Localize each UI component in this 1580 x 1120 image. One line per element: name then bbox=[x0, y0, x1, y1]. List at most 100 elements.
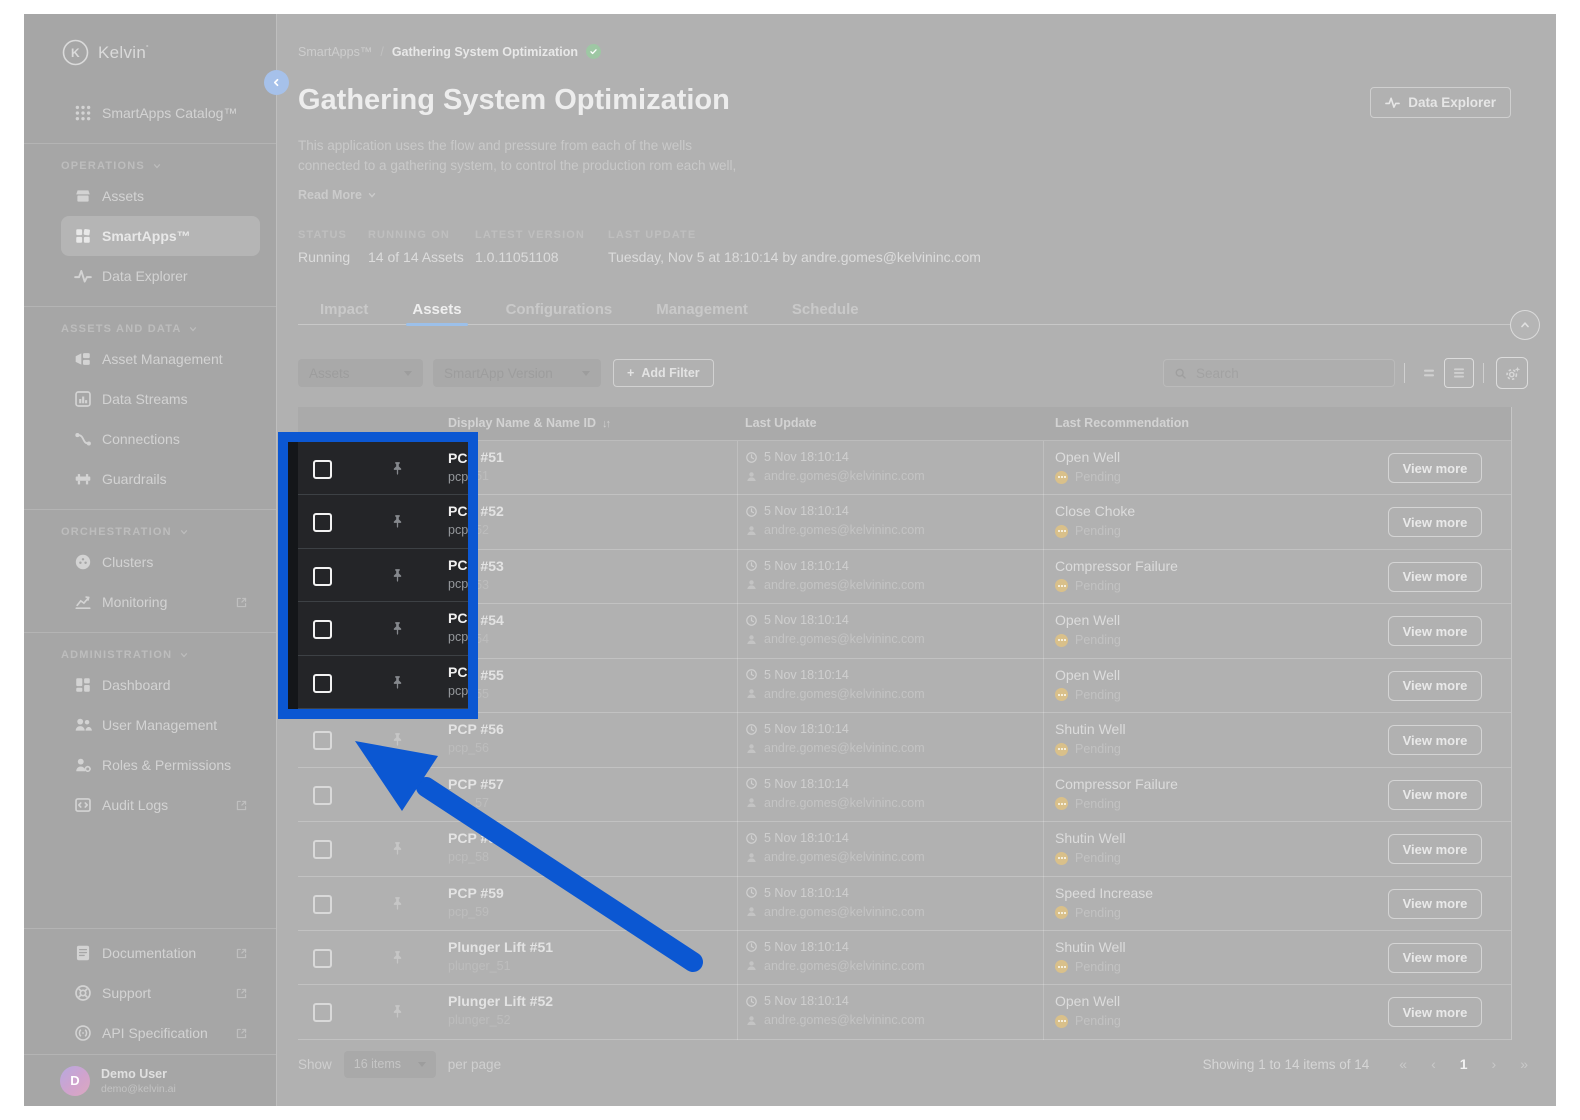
view-more-button[interactable]: View more bbox=[1388, 670, 1482, 701]
row-checkbox[interactable] bbox=[313, 731, 332, 751]
row-checkbox[interactable] bbox=[313, 513, 332, 533]
tab[interactable]: Management bbox=[656, 298, 748, 324]
table-settings-button[interactable] bbox=[1496, 357, 1528, 389]
table-row[interactable]: PCP #54 pcp_54 5 Nov 18:10:14 andre.gome… bbox=[298, 604, 1511, 659]
sidebar-item-asset-management[interactable]: Asset Management bbox=[61, 339, 260, 379]
sidebar-item-support[interactable]: Support bbox=[61, 973, 260, 1013]
column-header-name[interactable]: Display Name & Name ID ↓↑ bbox=[448, 416, 611, 430]
sidebar-item-guardrails[interactable]: Guardrails bbox=[61, 459, 260, 499]
collapse-panel-button[interactable] bbox=[1510, 310, 1540, 340]
asset-name: PCP #56 bbox=[448, 721, 504, 738]
view-more-button[interactable]: View more bbox=[1388, 725, 1482, 756]
tab[interactable]: Impact bbox=[320, 298, 368, 324]
add-filter-button[interactable]: + Add Filter bbox=[613, 359, 714, 387]
sidebar-item-smartapps-catalog[interactable]: SmartApps Catalog™ bbox=[61, 93, 260, 133]
view-more-button[interactable]: View more bbox=[1388, 834, 1482, 865]
user-profile[interactable]: D Demo User demo@kelvin.ai bbox=[24, 1054, 276, 1106]
table-row[interactable]: PCP #52 pcp_52 5 Nov 18:10:14 andre.gome… bbox=[298, 495, 1511, 550]
sidebar-item-assets[interactable]: Assets bbox=[61, 176, 260, 216]
pagination-control[interactable]: › bbox=[1492, 1056, 1497, 1072]
table-row[interactable]: PCP #51 pcp_51 5 Nov 18:10:14 andre.gome… bbox=[298, 441, 1511, 496]
tab[interactable]: Schedule bbox=[792, 298, 859, 324]
pin-icon[interactable] bbox=[390, 514, 405, 529]
table-row[interactable]: PCP #53 pcp_53 5 Nov 18:10:14 andre.gome… bbox=[298, 550, 1511, 605]
view-more-button[interactable]: View more bbox=[1388, 561, 1482, 592]
sidebar-item-label: Clusters bbox=[102, 554, 154, 570]
table-row[interactable]: PCP #58 pcp_58 5 Nov 18:10:14 andre.gome… bbox=[298, 822, 1511, 877]
tab[interactable]: Configurations bbox=[506, 298, 613, 324]
view-more-button[interactable]: View more bbox=[1388, 453, 1482, 483]
list-view-toggle[interactable] bbox=[1444, 358, 1474, 388]
sidebar-item-audit-logs[interactable]: Audit Logs bbox=[61, 785, 260, 825]
sidebar-item-api-specification[interactable]: API Specification bbox=[61, 1013, 260, 1053]
sidebar-item-user-management[interactable]: User Management bbox=[61, 705, 260, 745]
pin-icon[interactable] bbox=[390, 787, 405, 802]
row-checkbox[interactable] bbox=[313, 622, 332, 642]
pin-icon[interactable] bbox=[390, 678, 405, 693]
view-more-button[interactable]: View more bbox=[1388, 888, 1482, 919]
audit-logs-icon bbox=[74, 796, 92, 814]
sidebar-item-data-streams[interactable]: Data Streams bbox=[61, 379, 260, 419]
row-checkbox[interactable] bbox=[313, 567, 332, 587]
table-row[interactable]: PCP #57 pcp_57 5 Nov 18:10:14 andre.gome… bbox=[298, 768, 1511, 823]
sidebar-item-connections[interactable]: Connections bbox=[61, 419, 260, 459]
person-icon bbox=[745, 633, 758, 646]
table-row[interactable]: Plunger Lift #51 plunger_51 5 Nov 18:10:… bbox=[298, 931, 1511, 986]
row-checkbox[interactable] bbox=[313, 459, 332, 478]
pagination-control[interactable]: ‹ bbox=[1431, 1056, 1436, 1072]
sidebar-item-roles-permissions[interactable]: Roles & Permissions bbox=[61, 745, 260, 785]
compact-view-toggle[interactable] bbox=[1414, 358, 1444, 388]
asset-id: pcp_54 bbox=[448, 632, 490, 647]
page-size-select[interactable]: 16 items bbox=[343, 1050, 436, 1078]
pin-icon[interactable] bbox=[390, 896, 405, 911]
pin-icon[interactable] bbox=[390, 950, 405, 965]
table-row[interactable]: PCP #56 pcp_56 5 Nov 18:10:14 andre.gome… bbox=[298, 713, 1511, 768]
smartapp-version-filter-select[interactable]: SmartApp Version bbox=[433, 359, 601, 387]
pagination-control[interactable]: 1 bbox=[1460, 1056, 1468, 1072]
row-checkbox[interactable] bbox=[313, 840, 332, 860]
sidebar-item-label: Asset Management bbox=[102, 351, 223, 367]
section-header[interactable]: ASSETS AND DATA bbox=[61, 320, 260, 338]
data-explorer-button[interactable]: Data Explorer bbox=[1370, 87, 1511, 118]
sidebar-collapse-button[interactable] bbox=[264, 70, 289, 95]
sidebar-item-documentation[interactable]: Documentation bbox=[61, 933, 260, 973]
pin-icon[interactable] bbox=[390, 732, 405, 747]
table-row[interactable]: Plunger Lift #52 plunger_52 5 Nov 18:10:… bbox=[298, 985, 1511, 1040]
row-checkbox[interactable] bbox=[313, 1003, 332, 1023]
pin-icon[interactable] bbox=[390, 841, 405, 856]
table-row[interactable]: PCP #55 pcp_55 5 Nov 18:10:14 andre.gome… bbox=[298, 659, 1511, 714]
pin-icon[interactable] bbox=[390, 623, 405, 638]
view-more-button[interactable]: View more bbox=[1388, 997, 1482, 1028]
pagination-control[interactable]: » bbox=[1520, 1056, 1528, 1072]
breadcrumb-parent[interactable]: SmartApps™ bbox=[298, 45, 372, 59]
pin-icon[interactable] bbox=[390, 460, 405, 475]
search-input[interactable] bbox=[1194, 364, 1384, 382]
read-more-button[interactable]: Read More bbox=[298, 188, 377, 202]
assets-filter-select[interactable]: Assets bbox=[298, 359, 423, 387]
sidebar-item-clusters[interactable]: Clusters bbox=[61, 542, 260, 582]
pagination-control[interactable]: « bbox=[1399, 1056, 1407, 1072]
sort-icon[interactable]: ↓↑ bbox=[602, 418, 611, 430]
row-checkbox[interactable] bbox=[313, 948, 332, 968]
section-header[interactable]: ORCHESTRATION bbox=[61, 523, 260, 541]
sidebar-item-monitoring[interactable]: Monitoring bbox=[61, 582, 260, 622]
external-link-icon bbox=[235, 596, 248, 609]
table-row[interactable]: PCP #59 pcp_59 5 Nov 18:10:14 andre.gome… bbox=[298, 877, 1511, 931]
view-more-button[interactable]: View more bbox=[1388, 942, 1482, 973]
waveform-icon bbox=[1385, 95, 1401, 110]
sidebar-item-smartapps[interactable]: SmartApps™ bbox=[61, 216, 260, 256]
sidebar-item-data-explorer[interactable]: Data Explorer bbox=[61, 256, 260, 296]
tab[interactable]: Assets bbox=[406, 298, 468, 326]
sidebar-item-dashboard[interactable]: Dashboard bbox=[61, 665, 260, 705]
row-checkbox[interactable] bbox=[313, 785, 332, 805]
search-box[interactable] bbox=[1163, 359, 1395, 387]
view-more-button[interactable]: View more bbox=[1388, 507, 1482, 538]
row-checkbox[interactable] bbox=[313, 676, 332, 696]
view-more-button[interactable]: View more bbox=[1388, 779, 1482, 810]
pin-icon[interactable] bbox=[390, 1004, 405, 1019]
view-more-button[interactable]: View more bbox=[1388, 616, 1482, 647]
row-checkbox[interactable] bbox=[313, 894, 332, 914]
pin-icon[interactable] bbox=[390, 569, 405, 584]
section-header[interactable]: OPERATIONS bbox=[61, 157, 260, 175]
section-header[interactable]: ADMINISTRATION bbox=[61, 646, 260, 664]
